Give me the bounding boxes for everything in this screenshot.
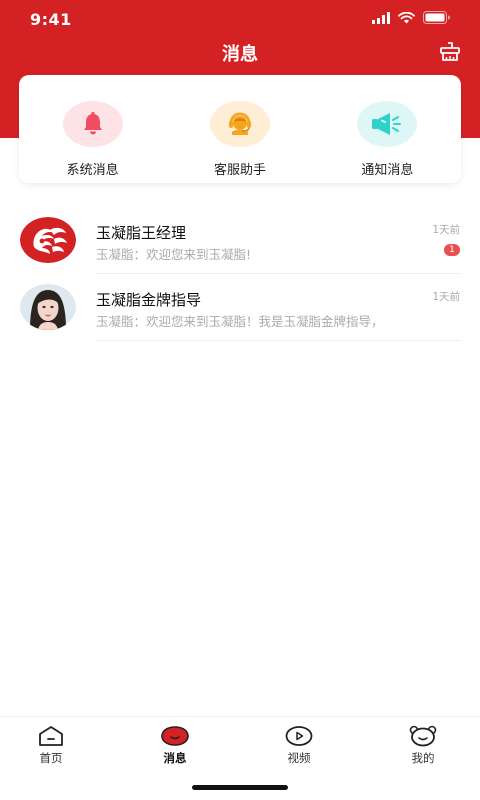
system-messages-entry[interactable]: 系统消息 xyxy=(19,75,166,183)
customer-service-icon xyxy=(228,112,251,135)
message-preview: 玉凝脂：欢迎您来到玉凝脂！我是玉凝脂金牌指导， xyxy=(96,314,384,329)
list-item[interactable]: 玉凝脂王经理 玉凝脂：欢迎您来到玉凝脂! 1天前 1 xyxy=(0,207,480,274)
battery-icon xyxy=(423,11,450,24)
status-bar: 9:41 xyxy=(0,0,480,36)
home-indicator xyxy=(192,785,288,790)
video-icon xyxy=(285,726,313,746)
profile-icon xyxy=(409,725,437,747)
signal-icon xyxy=(372,11,390,24)
wifi-icon xyxy=(398,11,415,23)
message-time: 1天前 xyxy=(432,291,460,303)
message-icon xyxy=(161,726,189,746)
tab-video[interactable]: 视频 xyxy=(269,725,329,766)
divider xyxy=(96,340,460,341)
status-time: 9:41 xyxy=(30,10,72,29)
tab-profile[interactable]: 我的 xyxy=(393,725,453,766)
dragon-logo-avatar xyxy=(20,217,76,263)
message-preview: 玉凝脂：欢迎您来到玉凝脂! xyxy=(96,247,252,262)
quick-actions-card: 系统消息 客服助手 通知消息 xyxy=(19,75,461,183)
megaphone-icon xyxy=(372,113,402,135)
system-messages-label: 系统消息 xyxy=(66,163,119,178)
notification-messages-icon-circle xyxy=(357,101,418,147)
contact-name: 玉凝脂王经理 xyxy=(96,224,187,242)
tab-profile-label: 我的 xyxy=(411,751,435,765)
tab-home-label: 首页 xyxy=(39,751,63,765)
contact-name: 玉凝脂金牌指导 xyxy=(96,291,202,309)
system-messages-icon-circle xyxy=(62,101,123,147)
woman-portrait-avatar xyxy=(20,284,76,330)
home-icon xyxy=(39,726,63,746)
broom-clear-icon[interactable] xyxy=(438,40,462,64)
tab-messages[interactable]: 消息 xyxy=(145,725,205,766)
notification-messages-label: 通知消息 xyxy=(361,163,414,178)
customer-service-label: 客服助手 xyxy=(213,163,266,178)
customer-service-entry[interactable]: 客服助手 xyxy=(166,75,313,183)
message-time: 1天前 xyxy=(432,224,460,236)
list-item[interactable]: 玉凝脂金牌指导 玉凝脂：欢迎您来到玉凝脂！我是玉凝脂金牌指导， 1天前 xyxy=(0,274,480,341)
tab-home[interactable]: 首页 xyxy=(21,725,81,766)
status-icons xyxy=(372,11,450,24)
notification-messages-entry[interactable]: 通知消息 xyxy=(314,75,461,183)
tab-video-label: 视频 xyxy=(287,751,311,765)
unread-badge: 1 xyxy=(444,244,460,256)
customer-service-icon-circle xyxy=(209,101,270,147)
tab-messages-label: 消息 xyxy=(163,751,187,765)
bell-icon xyxy=(83,111,102,135)
page-title: 消息 xyxy=(222,44,258,65)
message-list: 玉凝脂王经理 玉凝脂：欢迎您来到玉凝脂! 1天前 1 玉凝脂金牌指导 玉凝脂：欢… xyxy=(0,207,480,341)
